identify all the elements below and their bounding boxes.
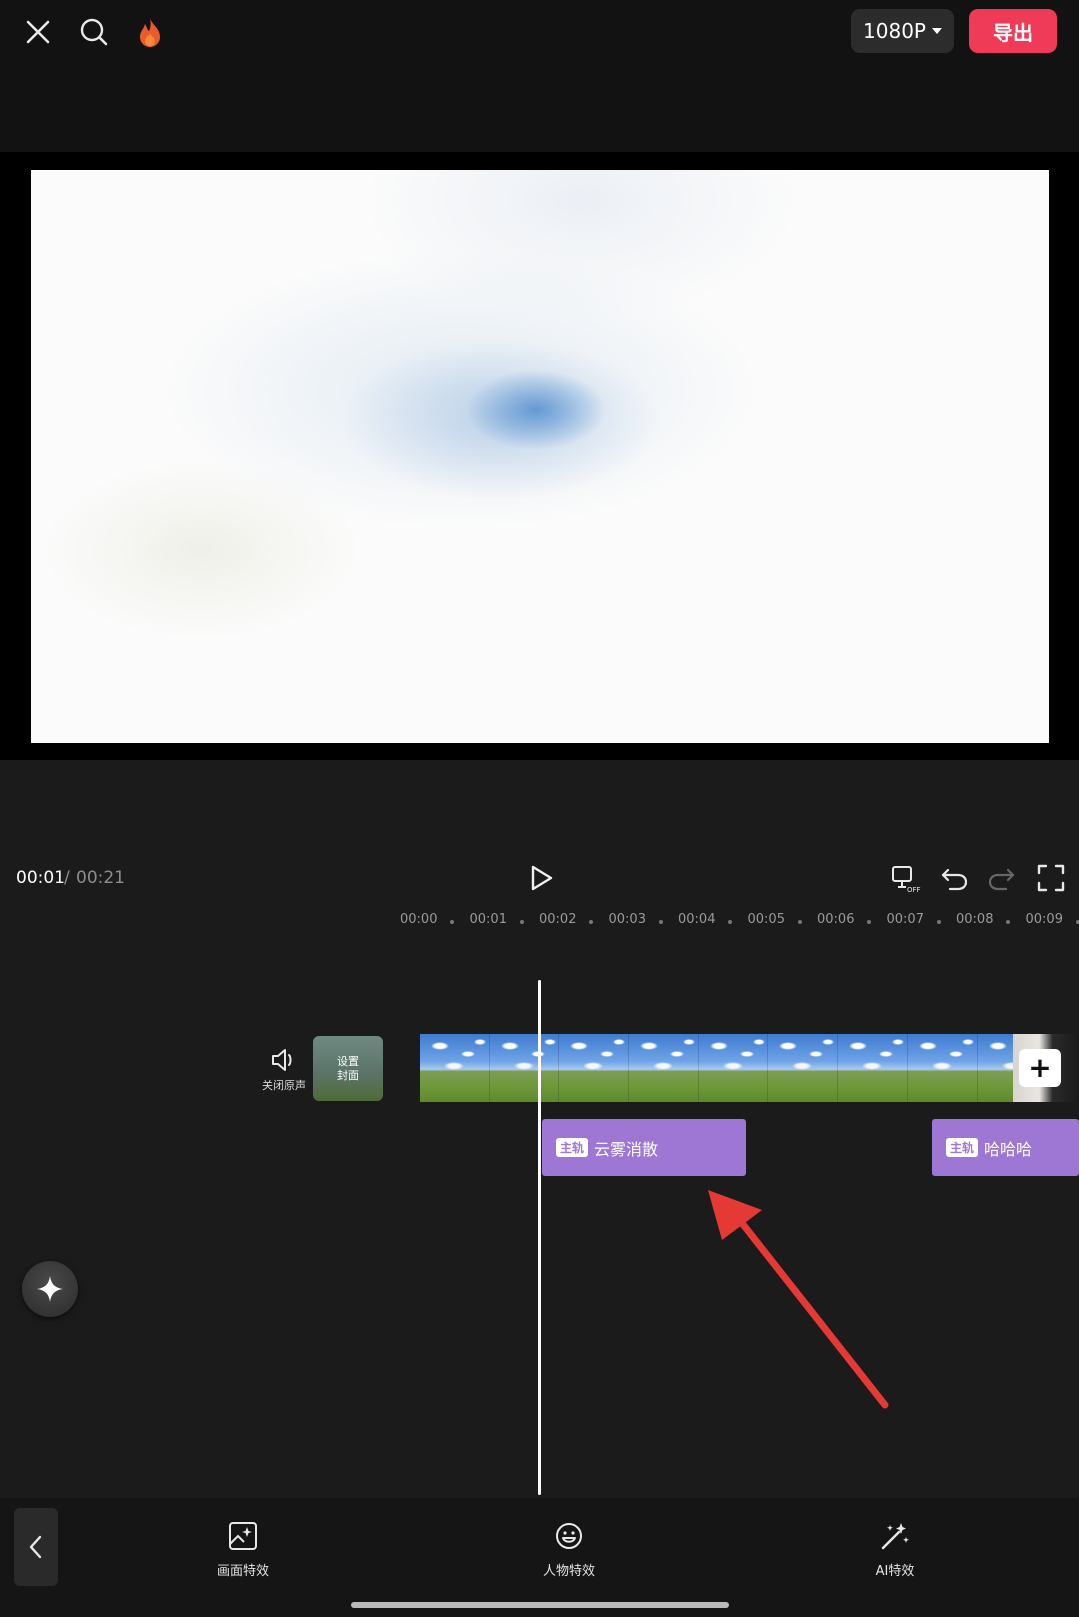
ruler-tick-dot (797, 920, 802, 924)
current-time: 00:01 (16, 868, 65, 888)
chevron-left-icon (29, 1535, 42, 1559)
add-clip-button[interactable]: + (1019, 1049, 1061, 1087)
ruler-tick-label: 00:07 (886, 912, 924, 927)
ruler-tick-label: 00:04 (678, 912, 716, 927)
effect-clip[interactable]: 主轨 云雾消散 (542, 1119, 746, 1176)
annotation-arrow-icon (708, 1190, 889, 1409)
fullscreen-icon[interactable] (1035, 862, 1067, 894)
ruler-tick-dot (519, 920, 524, 924)
ruler-tick-label: 00:03 (608, 912, 646, 927)
ruler-tick-label: 00:02 (539, 912, 577, 927)
effect-name: 哈哈哈 (984, 1139, 1033, 1159)
home-indicator (351, 1602, 729, 1608)
total-time: 00:21 (76, 868, 125, 888)
speaker-icon (272, 1049, 292, 1071)
toolbar-label: AI特效 (875, 1564, 915, 1579)
resolution-label: 1080P (863, 19, 926, 43)
playhead[interactable] (538, 980, 541, 1495)
ruler-tick-label: 00:00 (400, 912, 438, 927)
filmstrip-frame (489, 1034, 560, 1102)
ruler-tick-label: 00:09 (1025, 912, 1063, 927)
timeline-ruler[interactable]: 00:00 00:01 00:02 00:03 00:04 00:05 00:06 00:07… (0, 905, 1079, 935)
ai-magic-wand-icon (881, 1523, 909, 1550)
toolbar-label: 人物特效 (542, 1564, 595, 1579)
close-icon[interactable] (18, 12, 58, 52)
redo-icon[interactable] (986, 862, 1018, 894)
filmstrip-frame (907, 1034, 978, 1102)
svg-text:OFF: OFF (907, 886, 921, 894)
toolbar-image-effects[interactable]: 画面特效 (193, 1520, 293, 1580)
search-icon[interactable] (74, 12, 114, 52)
ruler-tick-dot (450, 920, 454, 924)
ruler-tick-dot (867, 920, 871, 924)
effect-tag: 主轨 (556, 1138, 589, 1157)
ruler-tick-dot (728, 920, 732, 924)
time-separator: / (64, 868, 70, 888)
resolution-dropdown[interactable]: 1080P (851, 9, 954, 53)
ruler-tick-dot (1006, 920, 1010, 924)
mute-label: 关闭原声 (262, 1079, 306, 1092)
ruler-tick-label: 00:08 (956, 912, 994, 927)
ruler-tick-dot (1075, 920, 1079, 924)
ruler-tick-label: 00:06 (817, 912, 855, 927)
ruler-tick-label: 00:05 (747, 912, 785, 927)
filmstrip-frame (977, 1034, 1013, 1102)
chevron-down-icon (931, 28, 942, 34)
toolbar-label: 画面特效 (216, 1564, 269, 1579)
undo-icon[interactable] (938, 862, 970, 894)
toolbar-face-effects[interactable]: 人物特效 (519, 1520, 619, 1580)
filmstrip-frame (838, 1034, 908, 1102)
flame-icon[interactable] (130, 12, 170, 52)
ruler-tick-dot (936, 920, 941, 924)
filmstrip-frame (698, 1034, 769, 1102)
effect-name: 云雾消散 (594, 1139, 659, 1159)
effect-clip[interactable]: 主轨 哈哈哈 (932, 1119, 1079, 1176)
video-preview[interactable] (31, 170, 1049, 743)
toolbar-ai-effects[interactable]: AI特效 (845, 1520, 945, 1580)
ruler-tick-label: 00:01 (469, 912, 507, 927)
image-effect-icon (229, 1522, 257, 1550)
play-icon[interactable] (524, 862, 556, 894)
keyframe-off-icon[interactable]: OFF (890, 862, 922, 894)
mute-original-audio-button[interactable]: 关闭原声 (252, 1045, 316, 1093)
filmstrip-frame (768, 1034, 839, 1102)
filmstrip-frame (559, 1034, 630, 1102)
ruler-tick-dot (658, 920, 663, 924)
cover-label-line1: 设置 (337, 1054, 359, 1068)
filmstrip-frame (420, 1034, 490, 1102)
cover-label-line2: 封面 (337, 1068, 359, 1082)
back-button[interactable] (14, 1508, 58, 1586)
effect-tag: 主轨 (946, 1138, 979, 1157)
filmstrip-frame (629, 1034, 699, 1102)
set-cover-button[interactable]: 设置 封面 (313, 1036, 383, 1101)
ruler-tick-dot (589, 920, 593, 924)
sparkle-icon[interactable] (22, 1261, 78, 1317)
export-button[interactable]: 导出 (969, 9, 1057, 53)
main-video-clip[interactable] (420, 1034, 1013, 1102)
face-effect-icon (556, 1523, 582, 1549)
